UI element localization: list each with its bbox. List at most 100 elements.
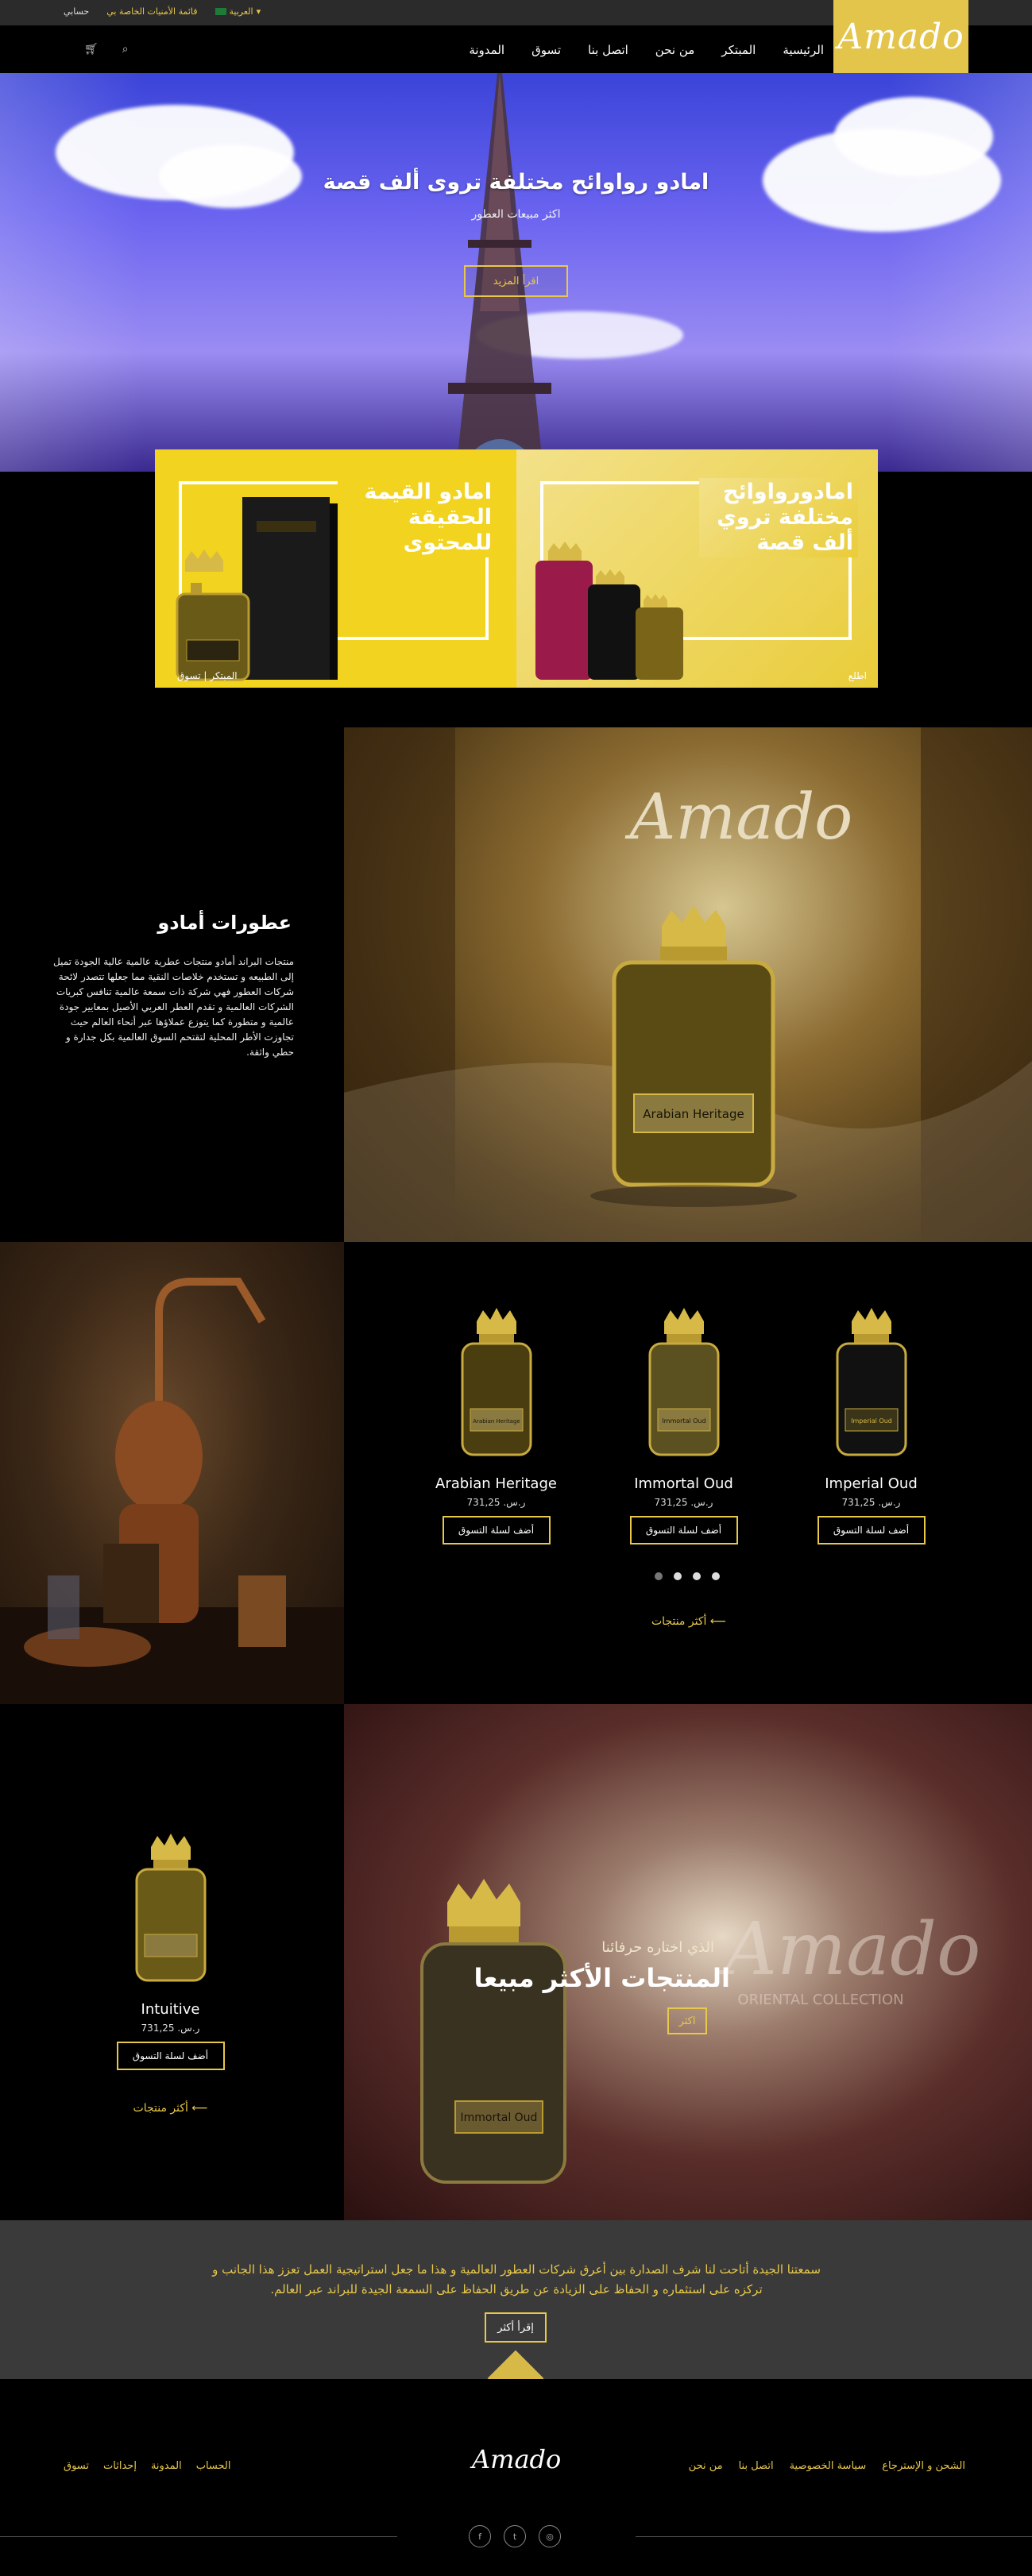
bestseller-banner-image: Amado ORIENTAL COLLECTION Immortal Oud [344, 1704, 1032, 2220]
wishlist-link[interactable]: قائمة الأمنيات الخاصة بي [106, 6, 197, 17]
promo-card-value[interactable]: امادو القيمة الحقيقة للمحتوى المبتكر | ت… [155, 449, 516, 688]
perfume-trio-image [535, 542, 683, 680]
hero-read-more-button[interactable]: اقرأ المزيد [464, 265, 568, 297]
bottle-label: Arabian Heritage [643, 1107, 744, 1121]
footer-logo[interactable]: Amado [472, 2444, 561, 2474]
nav-item-blog[interactable]: المدونة [469, 43, 504, 57]
hero-subtitle: اكثر مبيعات العطور [471, 208, 561, 221]
bestseller-more-button[interactable]: اكثر [667, 2007, 707, 2034]
intuitive-bottle-image [135, 1834, 206, 1982]
nav-item-about[interactable]: من نحن [655, 43, 695, 57]
footer-link-contact[interactable]: اتصل بنا [739, 2460, 774, 2472]
arabian-heritage-bottle-image: Amado Arabian Heritage [344, 727, 1032, 1242]
immortal-oud-bottle-image: Amado ORIENTAL COLLECTION Immortal Oud [420, 1879, 981, 2184]
distillery-still-life-image [0, 1242, 344, 1704]
carousel-dot[interactable] [655, 1572, 663, 1580]
bestseller-section: Amado ORIENTAL COLLECTION Immortal Oud ا… [0, 1704, 1032, 2220]
bestseller-brand-watermark: Amado [718, 1907, 981, 1992]
about-text: منتجات البراند أمادو منتجات عطرية عالمية… [53, 956, 294, 1058]
footer-right-links: الشحن و الإسترجاع سياسة الخصوصية اتصل بن… [689, 2460, 965, 2472]
footer-link-about[interactable]: من نحن [689, 2460, 723, 2472]
product-price: ر.س. 731,25 [654, 1497, 713, 1508]
perfume-box-image [176, 497, 338, 681]
hero-banner: امادو رواوائح مختلفة تروى ألف قصة اكثر م… [0, 73, 1032, 472]
bestseller-title: المنتجات الأكثر مبيعا [473, 1963, 730, 1993]
footer-link-events[interactable]: إحداثات [103, 2460, 137, 2472]
nav-item-innovator[interactable]: المبتكر [721, 43, 756, 57]
carousel-dot[interactable] [712, 1572, 720, 1580]
bestseller-brand-sub: ORIENTAL COLLECTION [737, 1992, 903, 2008]
cloud [834, 97, 993, 176]
promo-right-links[interactable]: اطلع [848, 670, 867, 681]
add-to-cart-button[interactable]: أضف لسلة التسوق [629, 1516, 738, 1544]
footer-divider [0, 2536, 397, 2537]
carousel-dot[interactable] [674, 1572, 682, 1580]
product-card[interactable]: Imperial Oud Imperial Oud ر.س. 731,25 أض… [806, 1298, 937, 1544]
footer-link-blog[interactable]: المدونة [151, 2460, 182, 2472]
nav-item-shop[interactable]: تسوق [531, 43, 561, 57]
facebook-icon[interactable]: f [469, 2525, 491, 2547]
product-name[interactable]: Imperial Oud [806, 1475, 937, 1492]
bottle-label: Immortal Oud [662, 1417, 705, 1425]
promo-card-stories[interactable]: امادورواوائح مختلفة تروي ألف قصة اطلع [516, 449, 878, 688]
about-title: عطورات أمادو [157, 912, 292, 934]
bottle-label: Immortal Oud [461, 2111, 538, 2124]
more-products-link[interactable]: أكثر منتجات ⟵ [105, 2102, 236, 2115]
copper-still-image [0, 1278, 344, 1704]
instagram-icon[interactable]: ◎ [539, 2525, 561, 2547]
add-to-cart-button[interactable]: أضف لسلة التسوق [442, 1516, 551, 1544]
chevron-down-icon: ▾ [256, 6, 261, 17]
logo[interactable]: Amado [833, 0, 968, 73]
footer-link-shop[interactable]: تسوق [64, 2460, 89, 2472]
product-card[interactable]: Intuitive ر.س. 731,25 أضف لسلة التسوق أك… [105, 1823, 236, 2115]
search-icon[interactable]: ⌕ [122, 43, 129, 56]
cart-icon[interactable]: 🛒︎ [84, 43, 99, 56]
carousel-dots [655, 1572, 720, 1580]
twitter-icon[interactable]: t [504, 2525, 526, 2547]
product-price: ر.س. 731,25 [841, 1497, 901, 1508]
footer-divider [636, 2536, 1032, 2537]
nav-item-home[interactable]: الرئيسية [783, 43, 824, 57]
add-to-cart-button[interactable]: أضف لسلة التسوق [817, 1516, 926, 1544]
topbar-links: حسابي قائمة الأمنيات الخاصة بي العربية ▾ [64, 6, 261, 17]
footer: الحساب المدونة إحداثات تسوق Amado الشحن … [0, 2379, 1032, 2576]
flag-icon [215, 8, 226, 15]
language-selector[interactable]: العربية ▾ [215, 6, 261, 17]
footer-link-shipping[interactable]: الشحن و الإسترجاع [882, 2460, 965, 2472]
nav-links: الرئيسية المبتكر من نحن اتصل بنا تسوق ال… [469, 43, 824, 57]
product-name[interactable]: Immortal Oud [618, 1475, 749, 1492]
add-to-cart-button[interactable]: أضف لسلة التسوق [116, 2042, 225, 2070]
footer-link-account[interactable]: الحساب [196, 2460, 231, 2472]
promo-left-links[interactable]: المبتكر | تسوق [177, 670, 238, 681]
product-name[interactable]: Arabian Heritage [431, 1475, 562, 1492]
imperial-oud-bottle-image: Imperial Oud [836, 1308, 906, 1456]
product-price: ر.س. 731,25 [141, 2023, 200, 2034]
quote-read-more-button[interactable]: إقرأ أكثر [485, 2312, 547, 2343]
product-card[interactable]: Immortal Oud Immortal Oud ر.س. 731,25 أض… [618, 1298, 749, 1544]
more-products-link[interactable]: أكثر منتجات ⟵ [651, 1615, 726, 1628]
about-section: Amado Arabian Heritage عطورات أمادو منتج… [0, 727, 1032, 1242]
footer-left-links: الحساب المدونة إحداثات تسوق [64, 2460, 230, 2472]
footer-link-privacy[interactable]: سياسة الخصوصية [790, 2460, 867, 2472]
account-link[interactable]: حسابي [64, 6, 89, 17]
arabian-heritage-bottle-image: Arabian Heritage [461, 1308, 531, 1456]
promo-right-title: امادورواوائح مختلفة تروي ألف قصة [699, 478, 858, 557]
nav-item-contact[interactable]: اتصل بنا [588, 43, 628, 57]
immortal-oud-bottle-image: Immortal Oud [648, 1308, 719, 1456]
products-section: Imperial Oud Imperial Oud ر.س. 731,25 أض… [0, 1242, 1032, 1704]
bestseller-kicker: الذي اختاره حرفائنا [601, 1939, 714, 1956]
product-price: ر.س. 731,25 [466, 1497, 526, 1508]
bottle-label: Imperial Oud [851, 1417, 892, 1425]
promo-left-title: امادو القيمة الحقيقة للمحتوى [338, 478, 497, 557]
product-name[interactable]: Intuitive [105, 2001, 236, 2018]
nav-icons: 🛒︎ ⌕ [84, 43, 129, 56]
story-brand-watermark: Amado [624, 780, 853, 854]
carousel-dot[interactable] [693, 1572, 701, 1580]
logo-text: Amado [837, 16, 964, 57]
language-label: العربية [229, 6, 253, 17]
hero-title: امادو رواوائح مختلفة تروى ألف قصة [323, 170, 709, 195]
product-card[interactable]: Arabian Heritage Arabian Heritage ر.س. 7… [431, 1298, 562, 1544]
bottle-label: Arabian Heritage [473, 1418, 520, 1425]
social-links: f t ◎ [469, 2525, 561, 2547]
story-image: Amado Arabian Heritage [344, 727, 1032, 1242]
